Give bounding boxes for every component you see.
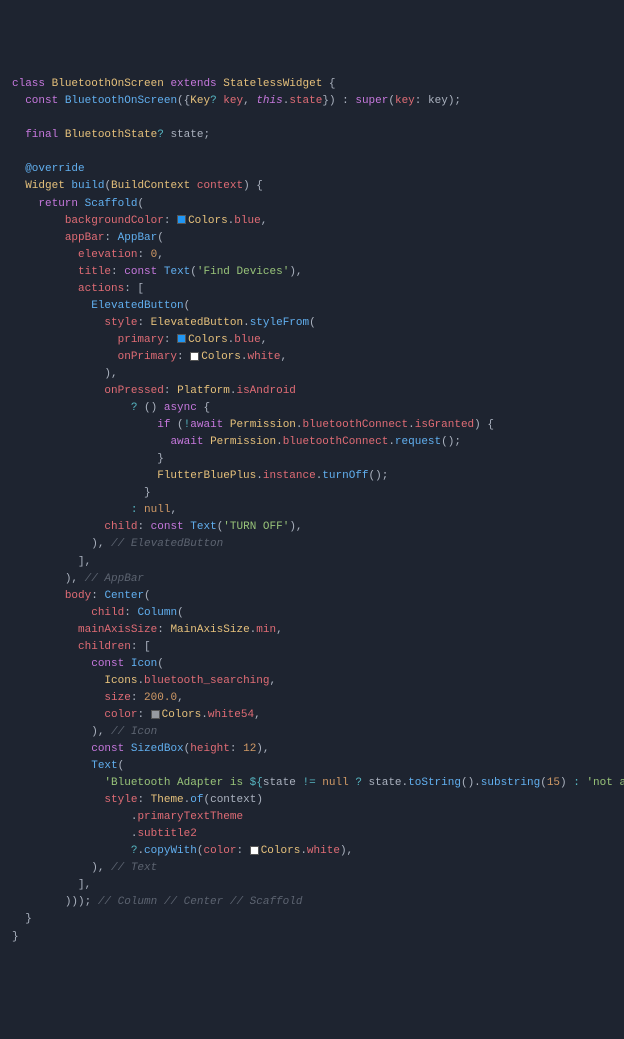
code-line: class BluetoothOnScreen extends Stateles… xyxy=(12,76,612,93)
code-line: actions: [ xyxy=(12,281,612,298)
code-line: Icons.bluetooth_searching, xyxy=(12,673,612,690)
code-line: final BluetoothState? state; xyxy=(12,127,612,144)
code-line: ), xyxy=(12,366,612,383)
code-line: ), // AppBar xyxy=(12,571,612,588)
code-line: ], xyxy=(12,554,612,571)
code-line: FlutterBluePlus.instance.turnOff(); xyxy=(12,468,612,485)
code-line: @override xyxy=(12,161,612,178)
code-line: return Scaffold( xyxy=(12,196,612,213)
code-line: 'Bluetooth Adapter is ${state != null ? … xyxy=(12,775,612,792)
code-line: onPrimary: Colors.white, xyxy=(12,349,612,366)
code-line: child: const Text('TURN OFF'), xyxy=(12,519,612,536)
code-line: ?.copyWith(color: Colors.white), xyxy=(12,843,612,860)
code-line: color: Colors.white54, xyxy=(12,707,612,724)
color-swatch-blue xyxy=(177,334,186,343)
code-line: mainAxisSize: MainAxisSize.min, xyxy=(12,622,612,639)
code-line: ))); // Column // Center // Scaffold xyxy=(12,894,612,911)
code-line: } xyxy=(12,451,612,468)
code-line: onPressed: Platform.isAndroid xyxy=(12,383,612,400)
code-line: } xyxy=(12,485,612,502)
code-line: await Permission.bluetoothConnect.reques… xyxy=(12,434,612,451)
code-line: primary: Colors.blue, xyxy=(12,332,612,349)
code-line: ), // ElevatedButton xyxy=(12,536,612,553)
code-line: size: 200.0, xyxy=(12,690,612,707)
code-line: if (!await Permission.bluetoothConnect.i… xyxy=(12,417,612,434)
color-swatch-blue xyxy=(177,215,186,224)
code-line: child: Column( xyxy=(12,605,612,622)
code-line: .primaryTextTheme xyxy=(12,809,612,826)
code-line: body: Center( xyxy=(12,588,612,605)
code-line: Widget build(BuildContext context) { xyxy=(12,178,612,195)
code-line: style: Theme.of(context) xyxy=(12,792,612,809)
code-line: Text( xyxy=(12,758,612,775)
code-line: const SizedBox(height: 12), xyxy=(12,741,612,758)
code-line: title: const Text('Find Devices'), xyxy=(12,264,612,281)
color-swatch-white54 xyxy=(151,710,160,719)
code-line: : null, xyxy=(12,502,612,519)
code-line: } xyxy=(12,929,612,946)
code-line: .subtitle2 xyxy=(12,826,612,843)
code-line: ? () async { xyxy=(12,400,612,417)
code-line: ), // Icon xyxy=(12,724,612,741)
color-swatch-white xyxy=(190,352,199,361)
code-line: const BluetoothOnScreen({Key? key, this.… xyxy=(12,93,612,110)
code-line: } xyxy=(12,911,612,928)
code-line: const Icon( xyxy=(12,656,612,673)
code-line: elevation: 0, xyxy=(12,247,612,264)
code-line: ), // Text xyxy=(12,860,612,877)
code-line: ElevatedButton( xyxy=(12,298,612,315)
code-editor[interactable]: class BluetoothOnScreen extends Stateles… xyxy=(12,76,612,945)
code-line: appBar: AppBar( xyxy=(12,230,612,247)
code-line xyxy=(12,110,612,127)
code-line: children: [ xyxy=(12,639,612,656)
code-line: backgroundColor: Colors.blue, xyxy=(12,213,612,230)
code-line xyxy=(12,144,612,161)
code-line: ], xyxy=(12,877,612,894)
code-line: style: ElevatedButton.styleFrom( xyxy=(12,315,612,332)
color-swatch-white xyxy=(250,846,259,855)
